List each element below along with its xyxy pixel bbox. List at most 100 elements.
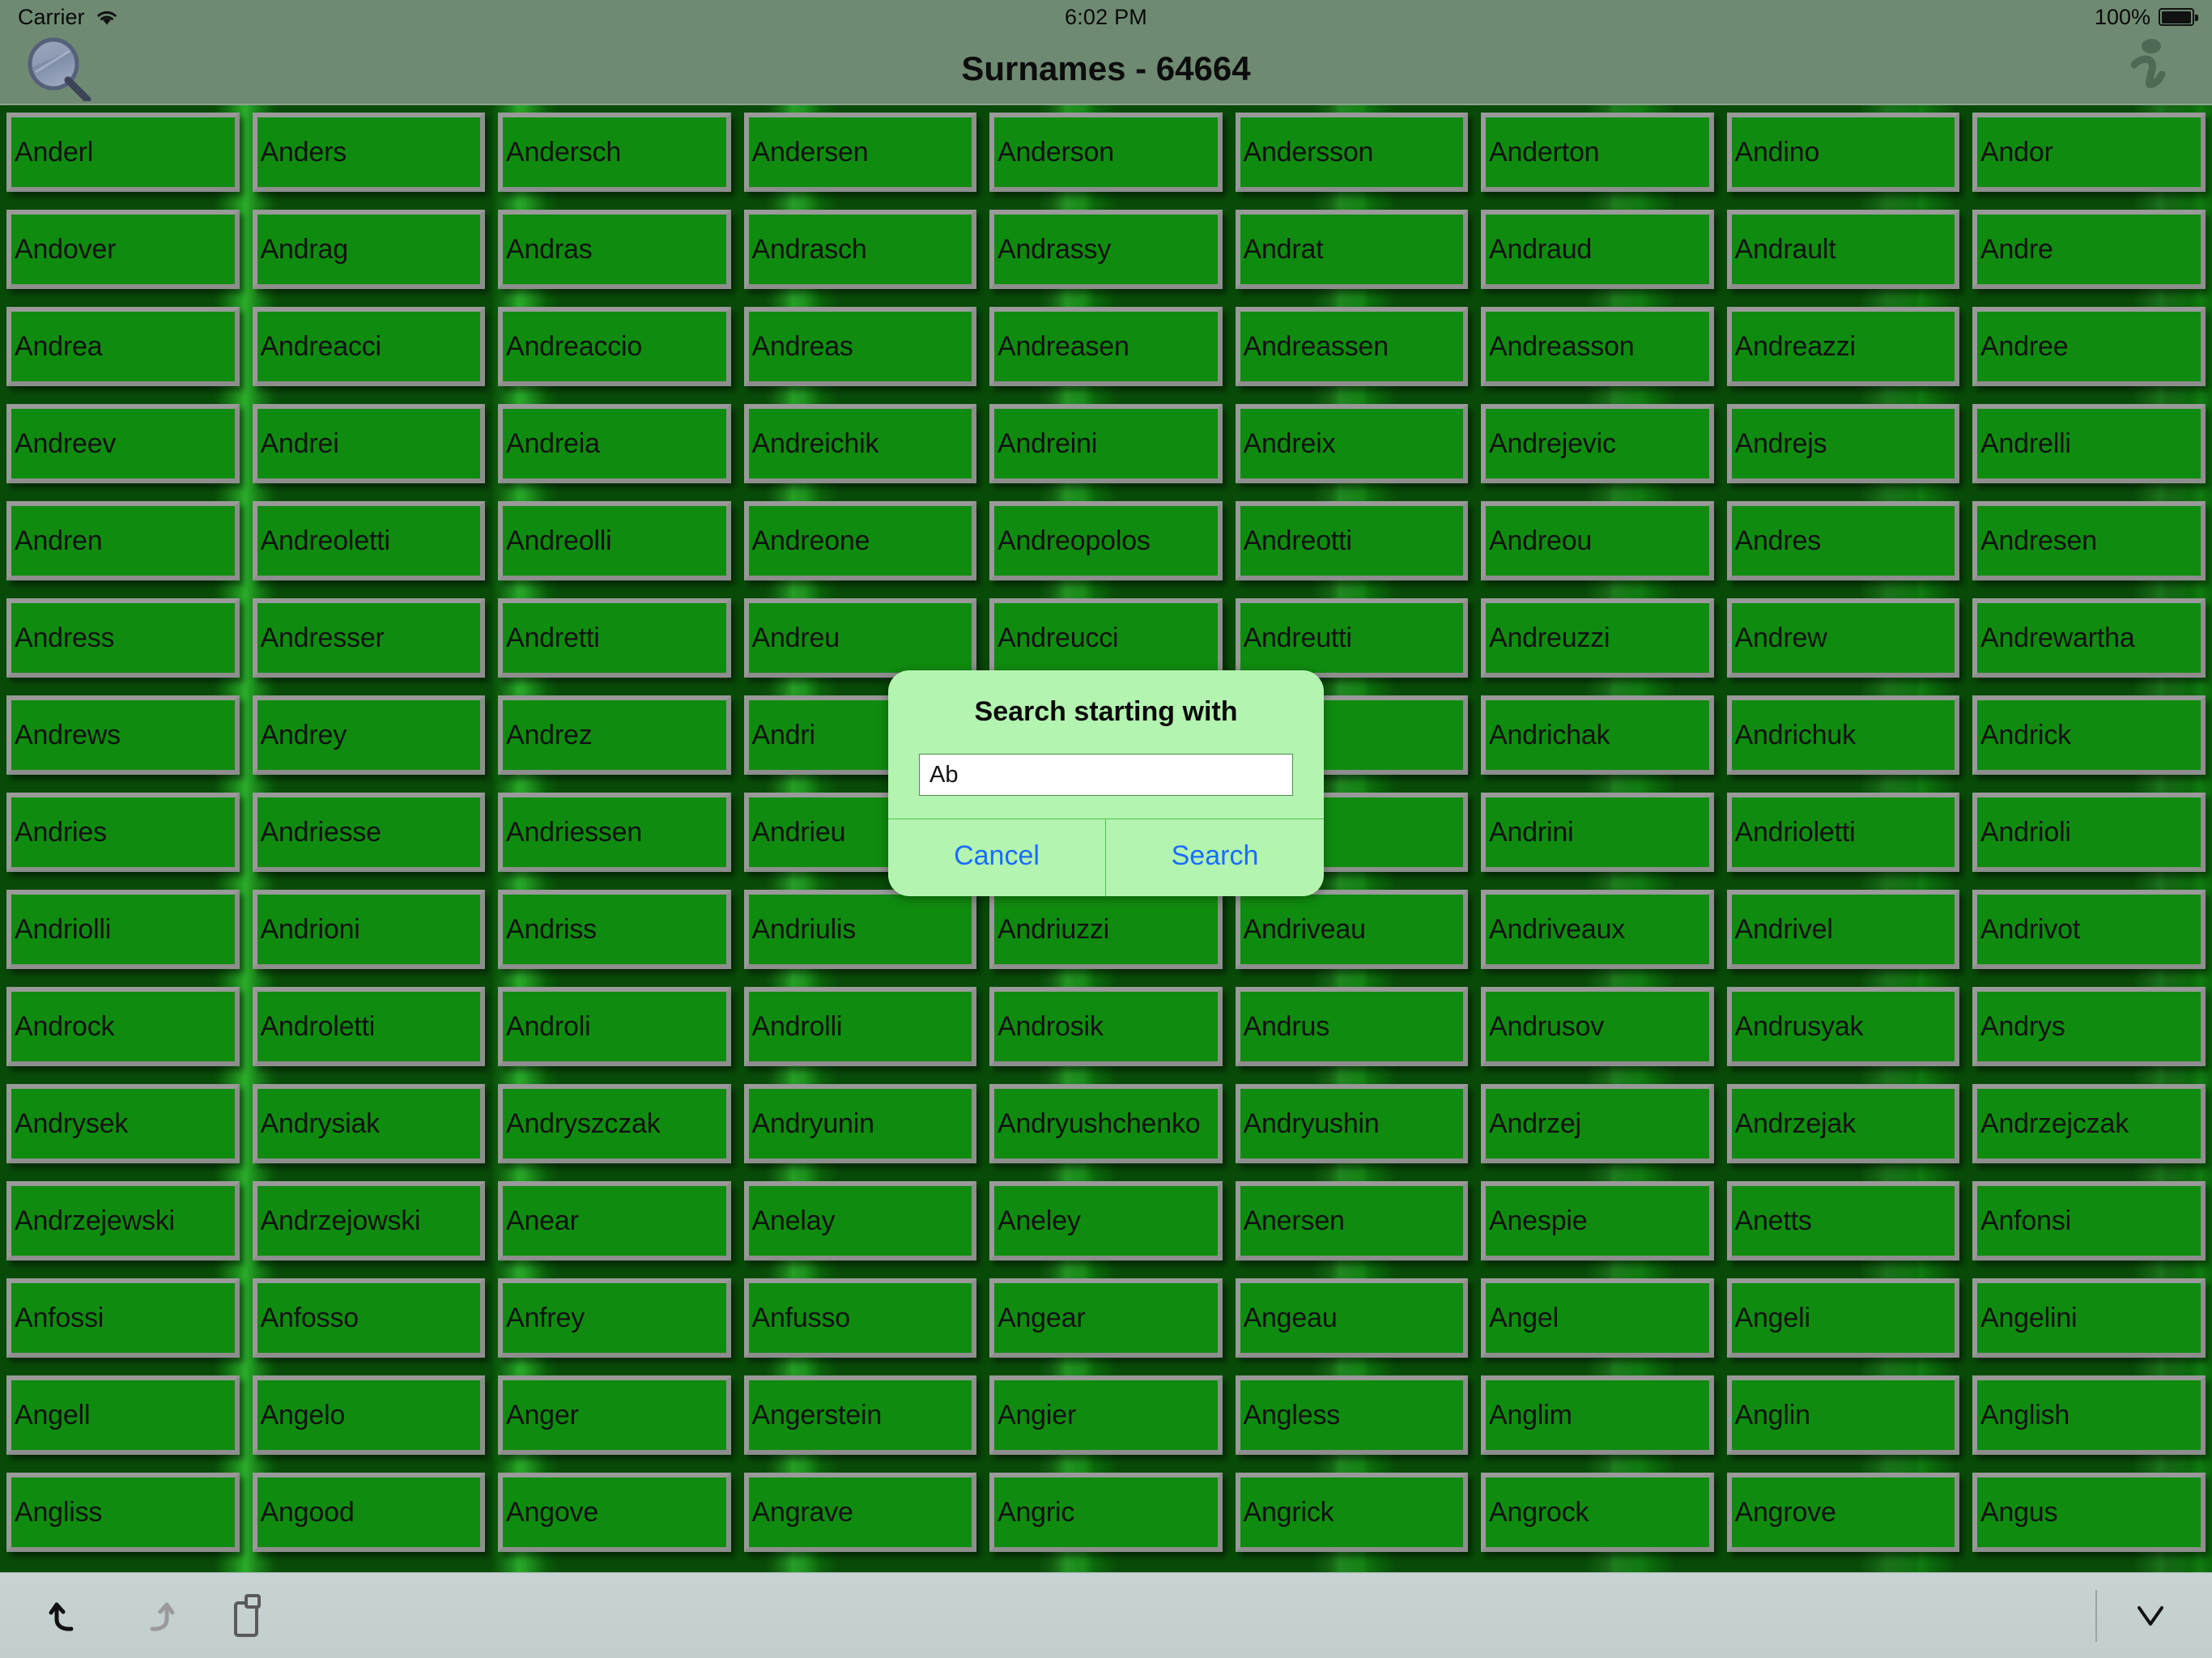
surname-cell-face[interactable]: Andree (1972, 307, 2206, 386)
surname-cell-face[interactable]: Andrag (252, 210, 485, 289)
surname-cell-face[interactable]: Andreolli (498, 501, 731, 580)
surname-cell[interactable]: Andreuzzi (1474, 591, 1721, 688)
surname-cell[interactable]: Andrzejowski (246, 1174, 492, 1271)
surname-cell-face[interactable]: Andrzejczak (1972, 1084, 2206, 1163)
surname-cell[interactable]: Anear (491, 1174, 738, 1271)
surname-cell[interactable]: Angell (0, 1368, 246, 1465)
surname-cell-face[interactable]: Angelini (1972, 1278, 2206, 1358)
surname-cell-face[interactable]: Anear (498, 1181, 731, 1261)
surname-cell[interactable]: Andrez (491, 688, 738, 785)
surname-cell[interactable]: Angeli (1721, 1271, 1967, 1368)
surname-cell[interactable]: Angier (983, 1368, 1229, 1465)
surname-cell[interactable]: Andreacci (246, 300, 492, 397)
surname-cell-face[interactable]: Angier (989, 1375, 1223, 1455)
undo-arrow-icon[interactable] (40, 1590, 92, 1642)
surname-cell-face[interactable]: Andrzej (1481, 1084, 1714, 1163)
surname-cell[interactable]: Andreini (983, 397, 1229, 494)
surname-cell-face[interactable]: Androletti (252, 987, 485, 1066)
surname-cell-face[interactable]: Anetts (1726, 1181, 1959, 1261)
surname-cell-face[interactable]: Anderl (6, 113, 240, 192)
surname-cell[interactable]: Andreasen (983, 300, 1229, 397)
surname-cell[interactable]: Andrassy (983, 202, 1229, 300)
surname-cell-face[interactable]: Andor (1972, 113, 2206, 192)
surname-cell-face[interactable]: Andrioni (252, 890, 485, 969)
surname-cell-face[interactable]: Angel (1481, 1278, 1714, 1358)
surname-cell-face[interactable]: Andreu (743, 598, 976, 678)
surname-cell[interactable]: Anelay (738, 1174, 984, 1271)
surname-cell[interactable]: Angear (983, 1271, 1229, 1368)
surname-cell[interactable]: Andrzejewski (0, 1174, 246, 1271)
surname-cell-face[interactable]: Andreia (498, 404, 731, 483)
surname-cell-face[interactable]: Andrick (1972, 695, 2206, 775)
surname-cell[interactable]: Anders (246, 105, 492, 202)
surname-cell-face[interactable]: Andreas (743, 307, 976, 386)
surname-cell[interactable]: Anderton (1474, 105, 1721, 202)
surname-cell[interactable]: Andreassen (1229, 300, 1475, 397)
surname-cell-face[interactable]: Andraud (1481, 210, 1714, 289)
surname-cell[interactable]: Andrichak (1474, 688, 1721, 785)
surname-cell-face[interactable]: Andrysiak (252, 1084, 485, 1163)
surname-cell-face[interactable]: Andreasen (989, 307, 1223, 386)
surname-cell-face[interactable]: Angelo (252, 1375, 485, 1455)
surname-cell-face[interactable]: Andriessen (498, 793, 731, 872)
info-icon[interactable] (2116, 36, 2181, 102)
surname-cell-face[interactable]: Andryushchenko (989, 1084, 1223, 1163)
surname-cell-face[interactable]: Androlli (743, 987, 976, 1066)
surname-cell[interactable]: Andras (491, 202, 738, 300)
surname-cell-face[interactable]: Andrichuk (1726, 695, 1959, 775)
surname-cell-face[interactable]: Andreuzzi (1481, 598, 1714, 678)
surname-cell-face[interactable]: Andrejs (1726, 404, 1959, 483)
surname-cell[interactable]: Andor (1966, 105, 2212, 202)
surname-cell-face[interactable]: Andreaccio (498, 307, 731, 386)
clipboard-icon[interactable] (222, 1590, 274, 1642)
surname-cell[interactable]: Androsik (983, 980, 1229, 1077)
surname-cell-face[interactable]: Angeau (1235, 1278, 1468, 1358)
surname-cell[interactable]: Andrivot (1966, 882, 2212, 980)
surname-cell[interactable]: Andresen (1966, 494, 2212, 591)
surname-cell-face[interactable]: Anelay (743, 1181, 976, 1261)
surname-cell[interactable]: Andriveaux (1474, 882, 1721, 980)
surname-cell[interactable]: Aneley (983, 1174, 1229, 1271)
surname-cell[interactable]: Andriolli (0, 882, 246, 980)
surname-cell[interactable]: Andre (1966, 202, 2212, 300)
surname-cell[interactable]: Anespie (1474, 1174, 1721, 1271)
surname-cell-face[interactable]: Andrzejewski (6, 1181, 240, 1261)
search-input[interactable] (919, 754, 1293, 796)
surname-cell[interactable]: Andrioli (1966, 785, 2212, 882)
surname-cell-face[interactable]: Androck (6, 987, 240, 1066)
surname-cell[interactable]: Andreone (738, 494, 984, 591)
surname-cell[interactable]: Andryushchenko (983, 1077, 1229, 1174)
surname-cell[interactable]: Anger (491, 1368, 738, 1465)
surname-cell[interactable]: Andrick (1966, 688, 2212, 785)
surname-cell-face[interactable]: Andriulis (743, 890, 976, 969)
surname-cell[interactable]: Andrag (246, 202, 492, 300)
surname-cell[interactable]: Andreichik (738, 397, 984, 494)
surname-cell-face[interactable]: Andrews (6, 695, 240, 775)
surname-cell[interactable]: Angelini (1966, 1271, 2212, 1368)
surname-cell[interactable]: Anetts (1721, 1174, 1967, 1271)
surname-cell[interactable]: Andrewartha (1966, 591, 2212, 688)
surname-cell-face[interactable]: Anfrey (498, 1278, 731, 1358)
surname-cell-face[interactable]: Andren (6, 501, 240, 580)
surname-cell[interactable]: Angliss (0, 1465, 246, 1562)
surname-cell-face[interactable]: Andreopolos (989, 501, 1223, 580)
surname-cell-face[interactable]: Andryunin (743, 1084, 976, 1163)
surname-cell-face[interactable]: Angrave (743, 1473, 976, 1552)
surname-cell[interactable]: Andrei (246, 397, 492, 494)
surname-cell-face[interactable]: Andresser (252, 598, 485, 678)
surname-cell-face[interactable]: Aneley (989, 1181, 1223, 1261)
surname-cell-face[interactable]: Andreone (743, 501, 976, 580)
surname-cell[interactable]: Andrysek (0, 1077, 246, 1174)
surname-cell[interactable]: Andrault (1721, 202, 1967, 300)
surname-cell[interactable]: Andrusov (1474, 980, 1721, 1077)
surname-cell-face[interactable]: Andrat (1235, 210, 1468, 289)
surname-cell[interactable]: Angrock (1474, 1465, 1721, 1562)
surname-cell[interactable]: Angerstein (738, 1368, 984, 1465)
surname-cell[interactable]: Andreopolos (983, 494, 1229, 591)
surname-cell[interactable]: Angove (491, 1465, 738, 1562)
surname-cell[interactable]: Andrzejczak (1966, 1077, 2212, 1174)
surname-cell[interactable]: Andersen (738, 105, 984, 202)
surname-cell-face[interactable]: Andrichak (1481, 695, 1714, 775)
surname-cell-face[interactable]: Angrock (1481, 1473, 1714, 1552)
surname-cell-face[interactable]: Anglin (1726, 1375, 1959, 1455)
